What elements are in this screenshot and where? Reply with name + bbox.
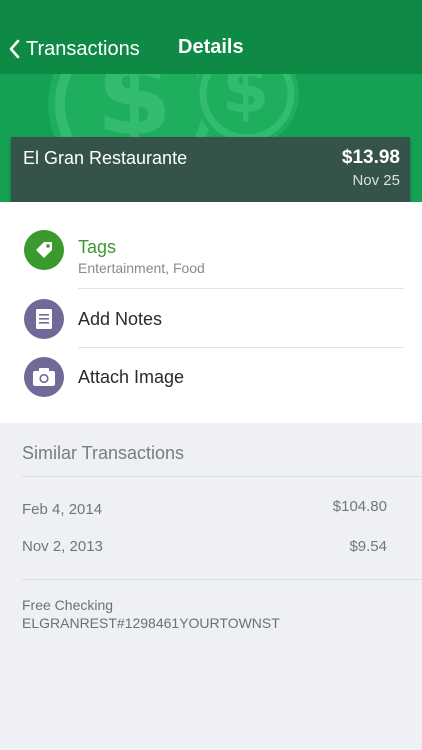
transaction-date: Nov 25 bbox=[352, 172, 400, 189]
tag-icon bbox=[24, 230, 64, 270]
add-notes-row[interactable]: Add Notes bbox=[0, 292, 422, 346]
notes-icon bbox=[24, 299, 64, 339]
transaction-summary: El Gran Restaurante $13.98 Nov 25 bbox=[11, 137, 410, 202]
details-card: Tags Entertainment, Food Add Notes Attac… bbox=[0, 202, 422, 423]
similar-transactions-heading: Similar Transactions bbox=[22, 443, 185, 463]
divider bbox=[78, 347, 404, 348]
camera-icon bbox=[24, 357, 64, 397]
back-button[interactable]: Transactions bbox=[8, 34, 140, 64]
add-notes-label: Add Notes bbox=[78, 309, 163, 329]
back-label: Transactions bbox=[26, 37, 140, 60]
divider bbox=[22, 579, 422, 580]
similar-date: Feb 4, 2014 bbox=[22, 501, 103, 518]
tags-value: Entertainment, Food bbox=[78, 260, 205, 276]
attach-image-label: Attach Image bbox=[78, 367, 185, 387]
merchant-name: El Gran Restaurante bbox=[23, 148, 188, 168]
tags-row[interactable]: Tags Entertainment, Food bbox=[0, 222, 422, 286]
account-name: Free Checking bbox=[22, 597, 114, 613]
account-info: Free Checking ELGRANREST#1298461YOURTOWN… bbox=[22, 596, 280, 632]
page-title: Details bbox=[178, 36, 244, 58]
similar-amount: $9.54 bbox=[349, 538, 387, 555]
nav-bar: Transactions Details bbox=[0, 0, 422, 74]
svg-text:$: $ bbox=[222, 74, 269, 129]
chevron-left-icon bbox=[9, 39, 20, 59]
divider bbox=[22, 476, 422, 477]
attach-image-row[interactable]: Attach Image bbox=[0, 350, 422, 406]
similar-amount: $104.80 bbox=[332, 498, 387, 515]
tags-label: Tags bbox=[78, 237, 117, 257]
similar-date: Nov 2, 2013 bbox=[22, 538, 103, 555]
divider bbox=[78, 288, 404, 289]
account-description: ELGRANREST#1298461YOURTOWNST bbox=[22, 615, 280, 631]
transaction-amount: $13.98 bbox=[341, 147, 400, 168]
